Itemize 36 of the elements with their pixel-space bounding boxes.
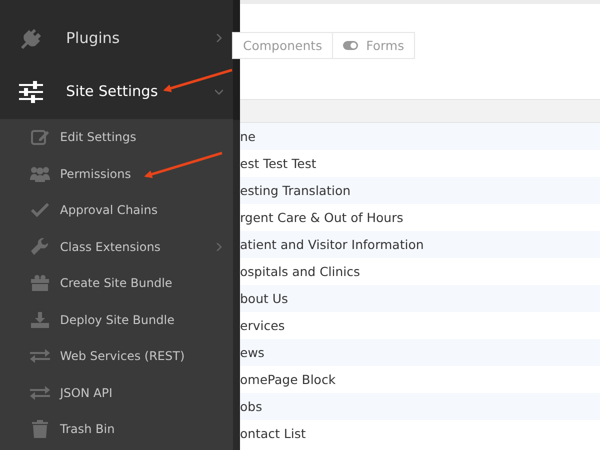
- table-cell: atient and Visitor Information: [240, 237, 424, 252]
- sliders-icon: [19, 81, 43, 103]
- table-cell: ervices: [240, 318, 285, 333]
- submenu-item[interactable]: Approval Chains: [0, 192, 233, 228]
- submenu-item[interactable]: Edit Settings: [0, 119, 233, 156]
- submenu-item[interactable]: Permissions: [0, 156, 233, 192]
- wrench-icon: [31, 238, 49, 256]
- sidebar-item[interactable]: Plugins: [0, 11, 233, 65]
- submenu-item[interactable]: Create Site Bundle: [0, 265, 233, 302]
- table-cell: ews: [240, 345, 264, 360]
- table-cell: esting Translation: [240, 183, 351, 198]
- download-icon: [31, 312, 49, 328]
- annotation-arrow: [163, 68, 232, 92]
- exchange-icon: [30, 386, 50, 400]
- exchange-icon: [30, 349, 50, 364]
- trash-icon: [32, 420, 48, 438]
- table-cell: rgent Care & Out of Hours: [240, 210, 404, 225]
- people-icon: [30, 166, 50, 182]
- table-cell: omePage Block: [240, 372, 336, 387]
- table-cell: bout Us: [240, 291, 288, 306]
- table-cell: ne: [240, 129, 256, 144]
- sidebar-item[interactable]: Site Settings: [0, 65, 233, 119]
- scrollbar[interactable]: [233, 0, 240, 450]
- table-cell: obs: [240, 399, 262, 414]
- submenu-item[interactable]: Class Extensions: [0, 228, 233, 265]
- check-icon: [31, 203, 49, 218]
- table-cell: est Test Test: [240, 156, 316, 171]
- submenu-item[interactable]: Deploy Site Bundle: [0, 302, 233, 338]
- submenu-item[interactable]: JSON API: [0, 374, 233, 411]
- submenu-item[interactable]: Web Services (REST): [0, 338, 233, 374]
- gift-icon: [31, 275, 49, 292]
- toggle-icon: [343, 41, 358, 50]
- table-cell: ospitals and Clinics: [240, 264, 360, 279]
- edit-icon: [31, 129, 49, 146]
- table-cell: ontact List: [240, 426, 306, 441]
- submenu-item[interactable]: Trash Bin: [0, 411, 233, 448]
